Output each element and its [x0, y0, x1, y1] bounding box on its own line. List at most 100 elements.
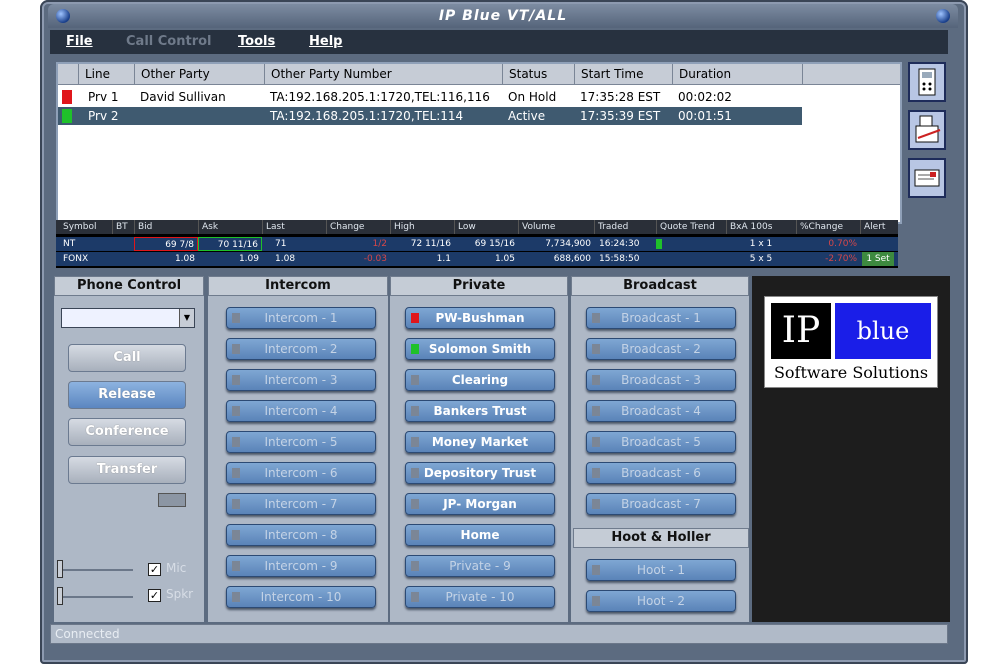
- mic-slider-thumb[interactable]: [57, 560, 63, 578]
- private-button[interactable]: Private - 10: [405, 586, 555, 608]
- quote-volume: 7,734,900: [545, 239, 591, 249]
- broadcast-button[interactable]: Broadcast - 6: [586, 462, 736, 484]
- quote-table: Symbol BT Bid Ask Last Change High Low V…: [56, 220, 898, 268]
- broadcast-button[interactable]: Broadcast - 1: [586, 307, 736, 329]
- call-list-header: Line Other Party Other Party Number Stat…: [58, 64, 900, 85]
- mic-checkbox[interactable]: ✓: [148, 563, 161, 576]
- intercom-button[interactable]: Intercom - 7: [226, 493, 376, 515]
- private-button[interactable]: Home: [405, 524, 555, 546]
- intercom-button[interactable]: Intercom - 8: [226, 524, 376, 546]
- chevron-down-icon[interactable]: ▼: [179, 309, 194, 327]
- col-blank: [802, 64, 900, 84]
- quote-alert[interactable]: 1 Set: [862, 252, 894, 266]
- menu-bar: File Call Control Tools Help: [50, 30, 948, 54]
- call-party: David Sullivan: [140, 90, 226, 104]
- quote-symbol: FONX: [63, 254, 89, 264]
- qcol-low[interactable]: Low: [454, 220, 518, 234]
- private-button[interactable]: Bankers Trust: [405, 400, 555, 422]
- intercom-button[interactable]: Intercom - 10: [226, 586, 376, 608]
- private-button[interactable]: Clearing: [405, 369, 555, 391]
- qcol-volume[interactable]: Volume: [518, 220, 594, 234]
- qcol-pct-change[interactable]: %Change: [796, 220, 860, 234]
- qcol-change[interactable]: Change: [326, 220, 390, 234]
- quote-row[interactable]: NT 69 7/8 70 11/16 71 1/2 72 11/16 69 15…: [56, 237, 898, 251]
- line-status-icon: [232, 592, 240, 602]
- private-button[interactable]: JP- Morgan: [405, 493, 555, 515]
- col-status[interactable]: Status: [502, 64, 574, 84]
- quote-bxa: 1 x 1: [749, 239, 773, 249]
- line-status-icon: [232, 313, 240, 323]
- menu-tools[interactable]: Tools: [238, 34, 275, 49]
- intercom-button[interactable]: Intercom - 9: [226, 555, 376, 577]
- conference-button[interactable]: Conference: [68, 418, 186, 446]
- intercom-button[interactable]: Intercom - 5: [226, 431, 376, 453]
- intercom-button[interactable]: Intercom - 3: [226, 369, 376, 391]
- private-button[interactable]: Money Market: [405, 431, 555, 453]
- qcol-bt[interactable]: BT: [112, 220, 134, 234]
- col-other-party-number[interactable]: Other Party Number: [264, 64, 502, 84]
- button-label: Hoot - 2: [636, 594, 685, 608]
- quote-last: 1.08: [275, 254, 296, 264]
- private-button[interactable]: Solomon Smith: [405, 338, 555, 360]
- title-bar: IP Blue VT/ALL: [48, 4, 958, 28]
- menu-call-control: Call Control: [126, 34, 212, 49]
- call-row[interactable]: Prv 1 David Sullivan TA:192.168.205.1:17…: [58, 88, 900, 106]
- qcol-symbol[interactable]: Symbol: [60, 220, 112, 234]
- menu-help[interactable]: Help: [309, 34, 342, 49]
- intercom-button[interactable]: Intercom - 1: [226, 307, 376, 329]
- private-button[interactable]: PW-Bushman: [405, 307, 555, 329]
- button-label: Intercom - 5: [264, 435, 338, 449]
- qcol-traded[interactable]: Traded: [594, 220, 656, 234]
- button-label: Broadcast - 3: [621, 373, 701, 387]
- button-label: Hoot - 1: [636, 563, 685, 577]
- broadcast-button[interactable]: Broadcast - 7: [586, 493, 736, 515]
- line-status-icon: [232, 468, 240, 478]
- qcol-high[interactable]: High: [390, 220, 454, 234]
- col-other-party[interactable]: Other Party: [134, 64, 264, 84]
- menu-file[interactable]: File: [66, 34, 93, 49]
- qcol-ask[interactable]: Ask: [198, 220, 262, 234]
- qcol-bxa[interactable]: BxA 100s: [726, 220, 796, 234]
- broadcast-button[interactable]: Broadcast - 4: [586, 400, 736, 422]
- button-label: JP- Morgan: [443, 497, 517, 511]
- speaker-checkbox[interactable]: ✓: [148, 589, 161, 602]
- line-status-icon: [411, 313, 419, 323]
- company-logo: IP blue Software Solutions: [764, 296, 938, 388]
- broadcast-title: Broadcast: [571, 276, 749, 296]
- qcol-quote-trend[interactable]: Quote Trend: [656, 220, 726, 234]
- line-status-icon: [411, 592, 419, 602]
- button-label: Intercom - 6: [264, 466, 338, 480]
- private-button[interactable]: Private - 9: [405, 555, 555, 577]
- phone-combo[interactable]: ▼: [61, 308, 195, 328]
- intercom-button[interactable]: Intercom - 2: [226, 338, 376, 360]
- fax-icon[interactable]: [908, 110, 946, 150]
- phone-icon[interactable]: [908, 62, 946, 102]
- release-button[interactable]: Release: [68, 381, 186, 409]
- quote-row[interactable]: FONX 1.08 1.09 1.08 -0.03 1.1 1.05 688,6…: [56, 252, 898, 266]
- call-button[interactable]: Call: [68, 344, 186, 372]
- hoot-button[interactable]: Hoot - 2: [586, 590, 736, 612]
- hoot-button[interactable]: Hoot - 1: [586, 559, 736, 581]
- status-text: Connected: [55, 627, 120, 641]
- qcol-last[interactable]: Last: [262, 220, 326, 234]
- private-button[interactable]: Depository Trust: [405, 462, 555, 484]
- col-line[interactable]: Line: [78, 64, 134, 84]
- transfer-button[interactable]: Transfer: [68, 456, 186, 484]
- speaker-slider-thumb[interactable]: [57, 587, 63, 605]
- broadcast-button[interactable]: Broadcast - 2: [586, 338, 736, 360]
- call-line: Prv 1: [88, 90, 119, 104]
- quote-high: 1.1: [436, 254, 451, 264]
- line-status-icon: [232, 437, 240, 447]
- window-close-icon[interactable]: [936, 9, 950, 23]
- col-duration[interactable]: Duration: [672, 64, 802, 84]
- intercom-button[interactable]: Intercom - 4: [226, 400, 376, 422]
- qcol-bid[interactable]: Bid: [134, 220, 198, 234]
- call-status-indicator: [62, 109, 72, 123]
- call-row[interactable]: Prv 2 TA:192.168.205.1:1720,TEL:114 Acti…: [58, 107, 802, 125]
- broadcast-button[interactable]: Broadcast - 5: [586, 431, 736, 453]
- card-icon[interactable]: [908, 158, 946, 198]
- broadcast-button[interactable]: Broadcast - 3: [586, 369, 736, 391]
- intercom-button[interactable]: Intercom - 6: [226, 462, 376, 484]
- qcol-alert[interactable]: Alert: [860, 220, 896, 234]
- col-start-time[interactable]: Start Time: [574, 64, 672, 84]
